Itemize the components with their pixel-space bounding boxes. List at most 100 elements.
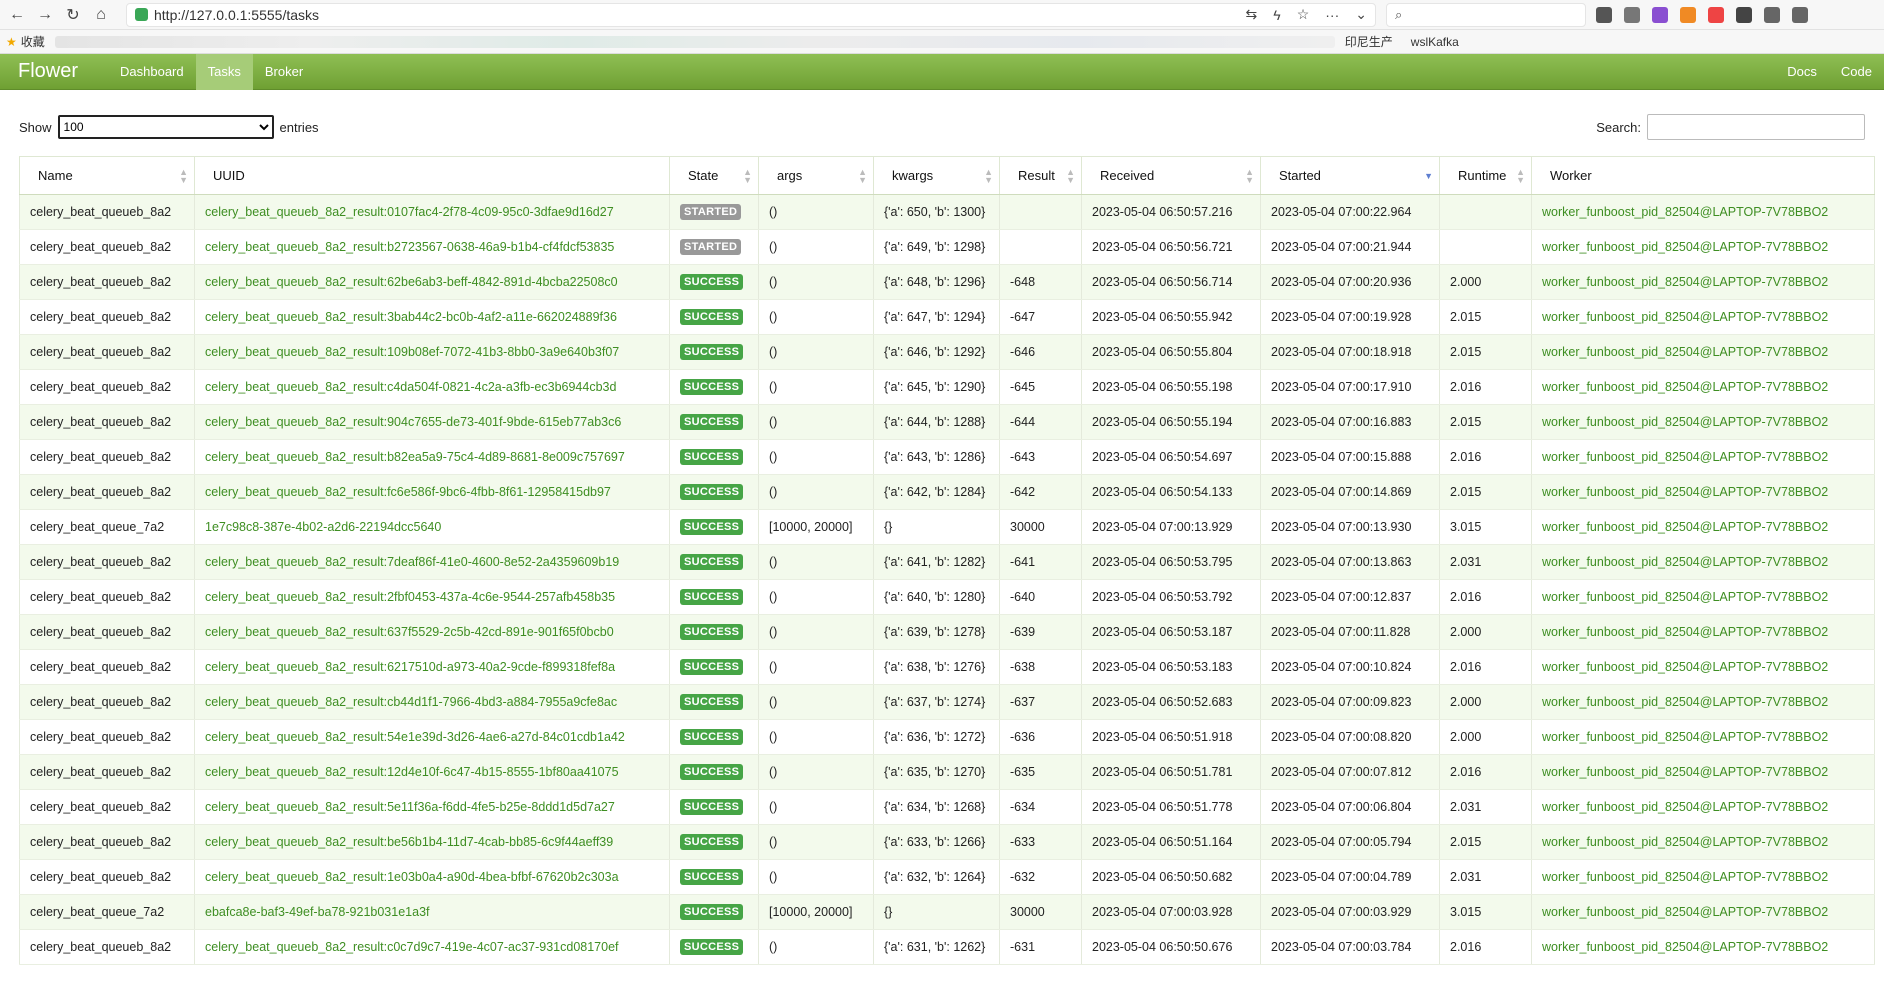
- bookmark-favorites[interactable]: 收藏: [21, 33, 45, 50]
- task-uuid-link[interactable]: celery_beat_queueb_8a2_result:c4da504f-0…: [205, 380, 616, 394]
- task-uuid-link[interactable]: celery_beat_queueb_8a2_result:7deaf86f-4…: [205, 555, 619, 569]
- task-uuid-link[interactable]: celery_beat_queueb_8a2_result:2fbf0453-4…: [205, 590, 615, 604]
- task-uuid-link[interactable]: celery_beat_queueb_8a2_result:54e1e39d-3…: [205, 730, 625, 744]
- forward-arrow-icon[interactable]: →: [34, 4, 56, 26]
- bookmark-item[interactable]: 印尼生产: [1345, 33, 1393, 50]
- column-header-worker[interactable]: Worker: [1531, 156, 1875, 195]
- worker-link[interactable]: worker_funboost_pid_82504@LAPTOP-7V78BBO…: [1542, 380, 1828, 394]
- task-uuid-link[interactable]: celery_beat_queueb_8a2_result:109b08ef-7…: [205, 345, 619, 359]
- extension-icon[interactable]: [1680, 6, 1696, 23]
- worker-link[interactable]: worker_funboost_pid_82504@LAPTOP-7V78BBO…: [1542, 450, 1828, 464]
- table-row[interactable]: celery_beat_queueb_8a2 celery_beat_queueb…: [19, 369, 1875, 405]
- column-header-received[interactable]: Received ▲ ▼: [1081, 156, 1261, 195]
- bookmark-item[interactable]: wslKafka: [1411, 35, 1459, 49]
- worker-link[interactable]: worker_funboost_pid_82504@LAPTOP-7V78BBO…: [1542, 800, 1828, 814]
- column-header-state[interactable]: State ▲ ▼: [669, 156, 759, 195]
- table-row[interactable]: celery_beat_queueb_8a2 celery_beat_queueb…: [19, 719, 1875, 755]
- home-icon[interactable]: ⌂: [90, 4, 112, 26]
- table-row[interactable]: celery_beat_queueb_8a2 celery_beat_queueb…: [19, 404, 1875, 440]
- nav-docs[interactable]: Docs: [1775, 54, 1829, 90]
- star-icon[interactable]: ☆: [1297, 6, 1310, 23]
- undo-icon[interactable]: [1792, 6, 1808, 23]
- column-header-uuid[interactable]: UUID: [194, 156, 670, 195]
- table-row[interactable]: celery_beat_queue_7a2 ebafca8e-baf3-49ef-…: [19, 894, 1875, 930]
- worker-link[interactable]: worker_funboost_pid_82504@LAPTOP-7V78BBO…: [1542, 415, 1828, 429]
- entries-select[interactable]: 100: [57, 115, 274, 139]
- worker-link[interactable]: worker_funboost_pid_82504@LAPTOP-7V78BBO…: [1542, 590, 1828, 604]
- table-row[interactable]: celery_beat_queueb_8a2 celery_beat_queueb…: [19, 264, 1875, 300]
- back-arrow-icon[interactable]: ←: [6, 4, 28, 26]
- worker-link[interactable]: worker_funboost_pid_82504@LAPTOP-7V78BBO…: [1542, 485, 1828, 499]
- table-row[interactable]: celery_beat_queueb_8a2 celery_beat_queueb…: [19, 929, 1875, 965]
- task-uuid-link[interactable]: celery_beat_queueb_8a2_result:5e11f36a-f…: [205, 800, 615, 814]
- task-uuid-link[interactable]: celery_beat_queueb_8a2_result:6217510d-a…: [205, 660, 615, 674]
- task-uuid-link[interactable]: 1e7c98c8-387e-4b02-a2d6-22194dcc5640: [205, 520, 441, 534]
- worker-link[interactable]: worker_funboost_pid_82504@LAPTOP-7V78BBO…: [1542, 695, 1828, 709]
- table-row[interactable]: celery_beat_queueb_8a2 celery_beat_queueb…: [19, 824, 1875, 860]
- download-icon[interactable]: [1764, 6, 1780, 23]
- table-row[interactable]: celery_beat_queueb_8a2 celery_beat_queueb…: [19, 229, 1875, 265]
- column-header-runtime[interactable]: Runtime ▲ ▼: [1439, 156, 1532, 195]
- table-row[interactable]: celery_beat_queueb_8a2 celery_beat_queueb…: [19, 439, 1875, 475]
- scissors-icon[interactable]: [1624, 6, 1640, 23]
- address-bar[interactable]: http://127.0.0.1:5555/tasks ⇆ ϟ ☆ ··· ⌄: [126, 2, 1376, 27]
- task-uuid-link[interactable]: celery_beat_queueb_8a2_result:3bab44c2-b…: [205, 310, 617, 324]
- task-uuid-link[interactable]: celery_beat_queueb_8a2_result:62be6ab3-b…: [205, 275, 618, 289]
- worker-link[interactable]: worker_funboost_pid_82504@LAPTOP-7V78BBO…: [1542, 765, 1828, 779]
- task-uuid-link[interactable]: ebafca8e-baf3-49ef-ba78-921b031e1a3f: [205, 905, 430, 919]
- browser-search-box[interactable]: ⌕: [1386, 2, 1586, 27]
- task-uuid-link[interactable]: celery_beat_queueb_8a2_result:fc6e586f-9…: [205, 485, 611, 499]
- task-uuid-link[interactable]: celery_beat_queueb_8a2_result:b2723567-0…: [205, 240, 614, 254]
- worker-link[interactable]: worker_funboost_pid_82504@LAPTOP-7V78BBO…: [1542, 905, 1828, 919]
- table-row[interactable]: celery_beat_queueb_8a2 celery_beat_queueb…: [19, 299, 1875, 335]
- nav-broker[interactable]: Broker: [253, 54, 315, 90]
- table-row[interactable]: celery_beat_queueb_8a2 celery_beat_queueb…: [19, 684, 1875, 720]
- lightning-icon[interactable]: ϟ: [1273, 7, 1280, 23]
- table-row[interactable]: celery_beat_queueb_8a2 celery_beat_queueb…: [19, 614, 1875, 650]
- column-header-name[interactable]: Name ▲ ▼: [19, 156, 195, 195]
- task-uuid-link[interactable]: celery_beat_queueb_8a2_result:be56b1b4-1…: [205, 835, 613, 849]
- gamepad-icon[interactable]: [1708, 6, 1724, 23]
- task-uuid-link[interactable]: celery_beat_queueb_8a2_result:b82ea5a9-7…: [205, 450, 625, 464]
- worker-link[interactable]: worker_funboost_pid_82504@LAPTOP-7V78BBO…: [1542, 660, 1828, 674]
- chevron-down-icon[interactable]: ⌄: [1355, 6, 1367, 23]
- table-row[interactable]: celery_beat_queueb_8a2 celery_beat_queueb…: [19, 579, 1875, 615]
- worker-link[interactable]: worker_funboost_pid_82504@LAPTOP-7V78BBO…: [1542, 870, 1828, 884]
- column-header-started[interactable]: Started ▼: [1260, 156, 1440, 195]
- reload-icon[interactable]: ↻: [62, 4, 84, 26]
- extension-icon[interactable]: [1596, 6, 1612, 23]
- task-uuid-link[interactable]: celery_beat_queueb_8a2_result:1e03b0a4-a…: [205, 870, 619, 884]
- task-uuid-link[interactable]: celery_beat_queueb_8a2_result:12d4e10f-6…: [205, 765, 619, 779]
- column-header-args[interactable]: args ▲ ▼: [758, 156, 874, 195]
- nav-tasks[interactable]: Tasks: [195, 53, 253, 90]
- worker-link[interactable]: worker_funboost_pid_82504@LAPTOP-7V78BBO…: [1542, 345, 1828, 359]
- search-input[interactable]: [1647, 114, 1865, 140]
- translate-icon[interactable]: ⇆: [1246, 6, 1258, 23]
- extension-icon[interactable]: [1652, 6, 1668, 23]
- nav-code[interactable]: Code: [1829, 54, 1884, 90]
- table-row[interactable]: celery_beat_queueb_8a2 celery_beat_queueb…: [19, 544, 1875, 580]
- table-row[interactable]: celery_beat_queueb_8a2 celery_beat_queueb…: [19, 859, 1875, 895]
- table-row[interactable]: celery_beat_queueb_8a2 celery_beat_queueb…: [19, 194, 1875, 230]
- worker-link[interactable]: worker_funboost_pid_82504@LAPTOP-7V78BBO…: [1542, 310, 1828, 324]
- task-uuid-link[interactable]: celery_beat_queueb_8a2_result:c0c7d9c7-4…: [205, 940, 619, 954]
- brand-logo[interactable]: Flower: [0, 60, 96, 83]
- worker-link[interactable]: worker_funboost_pid_82504@LAPTOP-7V78BBO…: [1542, 555, 1828, 569]
- task-uuid-link[interactable]: celery_beat_queueb_8a2_result:cb44d1f1-7…: [205, 695, 617, 709]
- table-row[interactable]: celery_beat_queueb_8a2 celery_beat_queueb…: [19, 334, 1875, 370]
- more-icon[interactable]: ···: [1325, 7, 1339, 23]
- table-row[interactable]: celery_beat_queueb_8a2 celery_beat_queueb…: [19, 474, 1875, 510]
- worker-link[interactable]: worker_funboost_pid_82504@LAPTOP-7V78BBO…: [1542, 940, 1828, 954]
- table-row[interactable]: celery_beat_queueb_8a2 celery_beat_queueb…: [19, 754, 1875, 790]
- nav-dashboard[interactable]: Dashboard: [108, 54, 196, 90]
- column-header-result[interactable]: Result ▲ ▼: [999, 156, 1082, 195]
- worker-link[interactable]: worker_funboost_pid_82504@LAPTOP-7V78BBO…: [1542, 730, 1828, 744]
- task-uuid-link[interactable]: celery_beat_queueb_8a2_result:904c7655-d…: [205, 415, 621, 429]
- worker-link[interactable]: worker_funboost_pid_82504@LAPTOP-7V78BBO…: [1542, 205, 1828, 219]
- table-row[interactable]: celery_beat_queueb_8a2 celery_beat_queueb…: [19, 789, 1875, 825]
- column-header-kwargs[interactable]: kwargs ▲ ▼: [873, 156, 1000, 195]
- worker-link[interactable]: worker_funboost_pid_82504@LAPTOP-7V78BBO…: [1542, 240, 1828, 254]
- worker-link[interactable]: worker_funboost_pid_82504@LAPTOP-7V78BBO…: [1542, 275, 1828, 289]
- grid-icon[interactable]: [1736, 6, 1752, 23]
- task-uuid-link[interactable]: celery_beat_queueb_8a2_result:0107fac4-2…: [205, 205, 614, 219]
